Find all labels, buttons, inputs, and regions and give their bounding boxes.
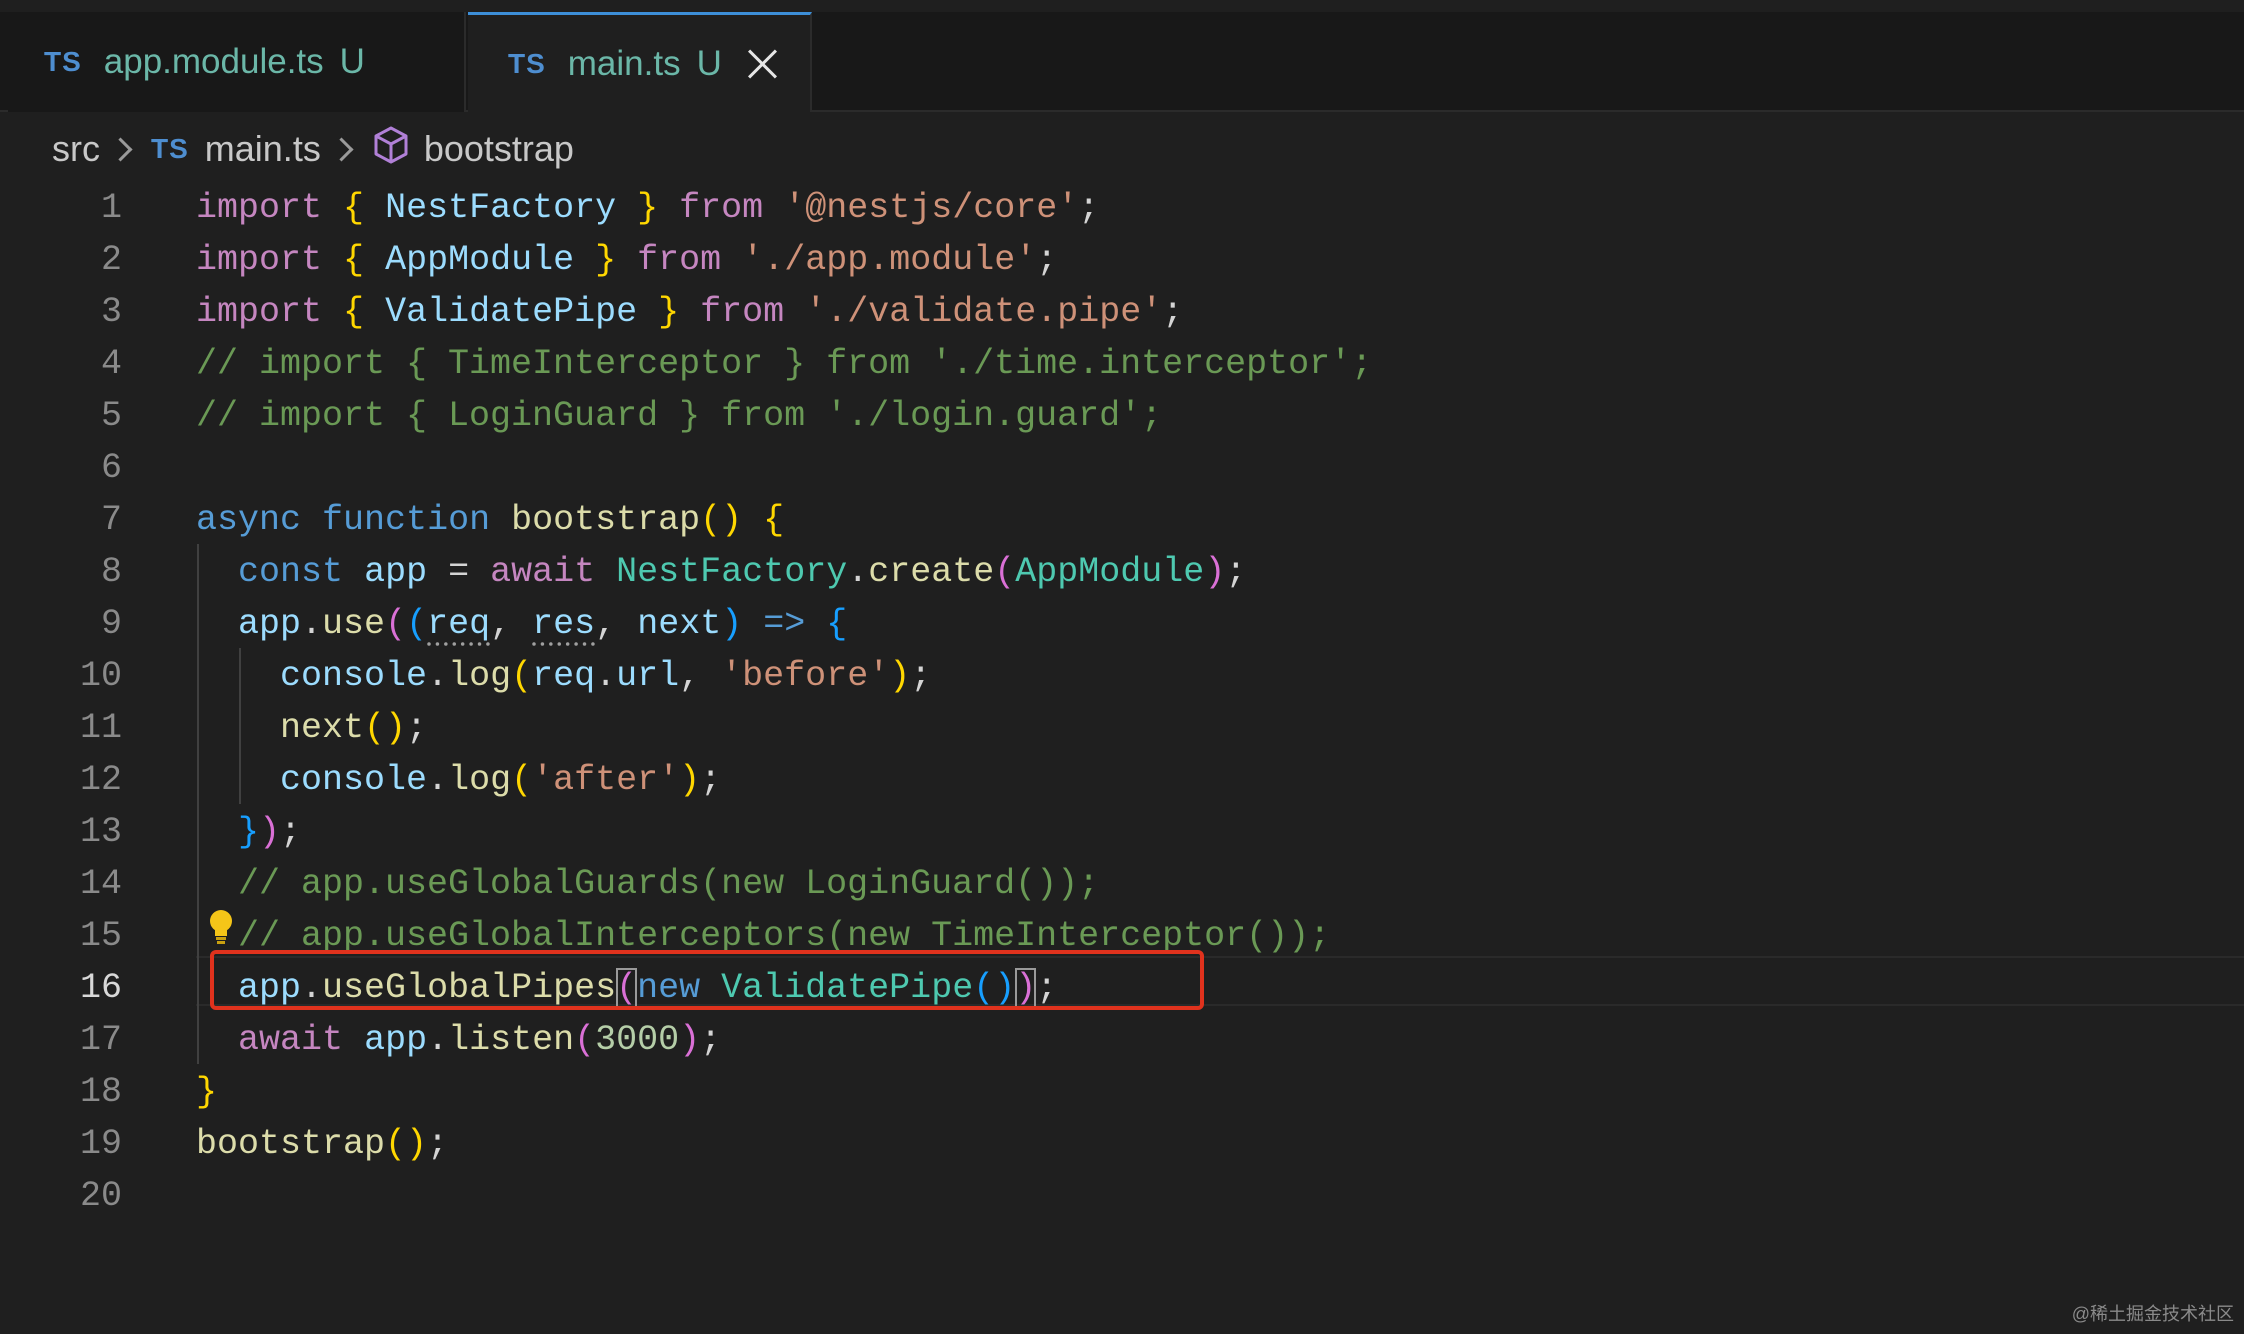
line-number: 1 — [100, 188, 122, 228]
chevron-right-icon — [329, 136, 354, 162]
code-text: bootstrap(); — [196, 1124, 449, 1164]
line-number: 19 — [79, 1124, 122, 1164]
code-text: next(); — [280, 708, 428, 748]
line-number: 17 — [79, 1020, 122, 1060]
line-number: 16 — [79, 968, 122, 1008]
line-number: 20 — [79, 1176, 122, 1216]
symbol-method-icon — [372, 125, 410, 174]
typescript-file-icon: TS — [151, 133, 189, 164]
code-line: 14 // app.useGlobalGuards(new LoginGuard… — [0, 858, 2244, 910]
lightbulb-icon[interactable] — [206, 908, 236, 951]
code-text: }); — [238, 812, 302, 852]
close-icon[interactable] — [746, 47, 780, 81]
typescript-file-icon: TS — [508, 47, 546, 79]
line-number: 8 — [100, 552, 122, 592]
tab-label: app.module.ts — [103, 42, 324, 81]
line-number: 5 — [100, 396, 122, 436]
watermark: @稀土掘金技术社区 — [2071, 1304, 2234, 1324]
code-text: const app = await NestFactory.create(App… — [238, 552, 1247, 592]
line-number: 3 — [100, 292, 122, 332]
breadcrumb-symbol[interactable]: bootstrap — [424, 128, 574, 170]
code-line: 19 bootstrap(); — [0, 1118, 2244, 1170]
code-line: 18 } — [0, 1066, 2244, 1118]
line-number: 7 — [100, 500, 122, 540]
code-comment: // import { TimeInterceptor } from './ti… — [196, 344, 1373, 384]
breadcrumb-file[interactable]: main.ts — [205, 128, 321, 170]
code-line: 5 // import { LoginGuard } from './login… — [0, 390, 2244, 442]
code-text: console.log(req.url, 'before'); — [280, 656, 932, 696]
tab-label: main.ts — [567, 43, 681, 83]
line-number: 9 — [100, 604, 122, 644]
line-number: 2 — [100, 240, 122, 280]
line-number: 13 — [79, 812, 122, 852]
code-line: 1 import { NestFactory } from '@nestjs/c… — [0, 182, 2244, 234]
code-text: } — [196, 1072, 218, 1112]
code-line: 9 app.use((req, res, next) => { — [0, 598, 2244, 650]
breadcrumb: src TS main.ts bootstrap — [52, 124, 574, 174]
code-line: 8 const app = await NestFactory.create(A… — [0, 546, 2244, 598]
line-number: 10 — [79, 656, 122, 696]
line-number: 15 — [79, 916, 122, 956]
chevron-right-icon — [108, 136, 133, 162]
tab-main-ts[interactable]: TS main.ts U — [468, 12, 812, 112]
breadcrumb-folder[interactable]: src — [52, 128, 100, 170]
line-number: 18 — [79, 1072, 122, 1112]
highlight-annotation-box — [210, 950, 1204, 1010]
code-line: 13 }); — [0, 806, 2244, 858]
code-line: 4 // import { TimeInterceptor } from './… — [0, 338, 2244, 390]
code-comment: // import { LoginGuard } from './login.g… — [196, 396, 1163, 436]
code-text: await app.listen(3000); — [238, 1020, 722, 1060]
line-number: 6 — [100, 448, 122, 488]
code-line: 17 await app.listen(3000); — [0, 1014, 2244, 1066]
code-text: import { AppModule } from './app.module'… — [196, 240, 1058, 280]
typescript-file-icon: TS — [44, 46, 82, 77]
code-line: 11 next(); — [0, 702, 2244, 754]
tab-bar: TS app.module.ts U TS main.ts U — [0, 12, 2244, 112]
code-line: 10 console.log(req.url, 'before'); — [0, 650, 2244, 702]
line-number: 14 — [79, 864, 122, 904]
untracked-status-badge: U — [696, 43, 722, 83]
code-line: 3 import { ValidatePipe } from './valida… — [0, 286, 2244, 338]
line-number: 4 — [100, 344, 122, 384]
code-line: 20 — [0, 1170, 2244, 1222]
code-line: 12 console.log('after'); — [0, 754, 2244, 806]
code-line: 6 — [0, 442, 2244, 494]
code-text: console.log('after'); — [280, 760, 722, 800]
code-line: 7 async function bootstrap() { — [0, 494, 2244, 546]
untracked-status-badge: U — [339, 42, 365, 81]
code-line: 2 import { AppModule } from './app.modul… — [0, 234, 2244, 286]
code-text: import { NestFactory } from '@nestjs/cor… — [196, 188, 1100, 228]
code-text: async function bootstrap() { — [196, 500, 785, 540]
code-comment: // app.useGlobalGuards(new LoginGuard())… — [238, 864, 1100, 904]
tab-app-module[interactable]: TS app.module.ts U — [8, 12, 466, 112]
line-number: 12 — [79, 760, 122, 800]
line-number: 11 — [79, 708, 122, 748]
code-text: import { ValidatePipe } from './validate… — [196, 292, 1184, 332]
code-text: app.use((req, res, next) => { — [238, 604, 848, 644]
